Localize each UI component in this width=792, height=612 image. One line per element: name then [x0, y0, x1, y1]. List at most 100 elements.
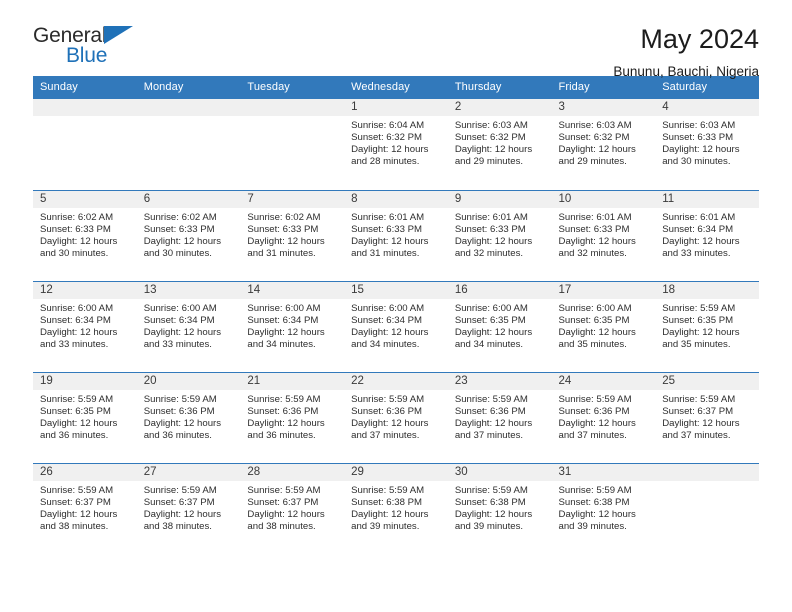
- calendar-cell-day-2[interactable]: 2 Sunrise: 6:03 AM Sunset: 6:32 PM Daylight…: [447, 99, 552, 190]
- day-number: 18: [655, 281, 759, 299]
- day-details: Sunrise: 6:00 AM Sunset: 6:34 PM Daylight:…: [240, 299, 344, 351]
- sunrise-text: Sunrise: 6:03 AM: [662, 120, 736, 131]
- daylight-text-line1: Daylight: 12 hours: [247, 235, 325, 247]
- calendar-cell-day-12[interactable]: 12 Sunrise: 6:00 AM Sunset: 6:34 PM Dayligh…: [33, 280, 137, 372]
- sunrise-text: Sunrise: 6:03 AM: [558, 120, 632, 131]
- sunset-text: Sunset: 6:37 PM: [247, 496, 319, 508]
- sunrise-text: Sunrise: 5:59 AM: [558, 484, 632, 496]
- calendar-cell-day-13[interactable]: 13 Sunrise: 6:00 AM Sunset: 6:34 PM Dayligh…: [136, 280, 241, 372]
- calendar-cell-day-5[interactable]: 5 Sunrise: 6:02 AM Sunset: 6:33 PM Daylight…: [33, 189, 137, 281]
- calendar-cell-day-15[interactable]: 15 Sunrise: 6:00 AM Sunset: 6:34 PM Dayligh…: [344, 280, 448, 372]
- day-number: 29: [344, 463, 448, 481]
- calendar-grid: Sunday Monday Tuesday Wednesday Thursday Frid…: [33, 76, 759, 554]
- daylight-text-line2: and 37 minutes.: [351, 429, 420, 441]
- calendar-cell-day-4[interactable]: 4 Sunrise: 6:03 AM Sunset: 6:33 PM Daylight…: [655, 99, 759, 190]
- daylight-text-line1: Daylight: 12 hours: [247, 417, 325, 429]
- calendar-week-row: 26 Sunrise: 5:59 AM Sunset: 6:37 PM Dayligh…: [33, 462, 759, 554]
- daylight-text-line2: and 30 minutes.: [143, 247, 212, 259]
- calendar-cell-day-20[interactable]: 20 Sunrise: 5:59 AM Sunset: 6:36 PM Dayligh…: [136, 371, 241, 463]
- daylight-text-line1: Daylight: 12 hours: [454, 326, 533, 338]
- daylight-text-line2: and 35 minutes.: [662, 338, 731, 350]
- day-number: 30: [447, 463, 552, 481]
- day-details: Sunrise: 5:59 AM Sunset: 6:36 PM Daylight:…: [137, 390, 241, 442]
- calendar-cell-day-9[interactable]: 9 Sunrise: 6:01 AM Sunset: 6:33 PM Daylight…: [447, 189, 552, 281]
- calendar-cell-empty: [240, 99, 345, 190]
- day-number: 12: [33, 281, 137, 299]
- calendar-cell-day-30[interactable]: 30 Sunrise: 5:59 AM Sunset: 6:38 PM Dayligh…: [447, 462, 552, 554]
- sunset-text: Sunset: 6:35 PM: [662, 314, 734, 326]
- daylight-text-line1: Daylight: 12 hours: [143, 417, 222, 429]
- daylight-text-line1: Daylight: 12 hours: [558, 235, 636, 247]
- weekday-header-monday: Monday: [136, 76, 241, 99]
- calendar-cell-day-10[interactable]: 10 Sunrise: 6:01 AM Sunset: 6:33 PM Dayligh…: [551, 189, 656, 281]
- calendar-cell-day-26[interactable]: 26 Sunrise: 5:59 AM Sunset: 6:37 PM Dayligh…: [33, 462, 137, 554]
- day-details: Sunrise: 6:03 AM Sunset: 6:32 PM Daylight:…: [448, 116, 552, 168]
- calendar-cell-day-18[interactable]: 18 Sunrise: 5:59 AM Sunset: 6:35 PM Dayligh…: [655, 280, 759, 372]
- sunset-text: Sunset: 6:35 PM: [40, 405, 111, 417]
- calendar-cell-day-19[interactable]: 19 Sunrise: 5:59 AM Sunset: 6:35 PM Dayligh…: [33, 371, 137, 463]
- calendar-cell-day-3[interactable]: 3 Sunrise: 6:03 AM Sunset: 6:32 PM Daylight…: [551, 99, 656, 190]
- daylight-text-line1: Daylight: 12 hours: [662, 144, 740, 156]
- calendar-cell-day-25[interactable]: 25 Sunrise: 5:59 AM Sunset: 6:37 PM Dayligh…: [655, 371, 759, 463]
- daylight-text-line2: and 33 minutes.: [662, 247, 731, 259]
- sunrise-text: Sunrise: 5:59 AM: [40, 393, 114, 405]
- sunset-text: Sunset: 6:33 PM: [558, 223, 630, 235]
- sunrise-text: Sunrise: 5:59 AM: [143, 393, 217, 405]
- calendar-cell-day-11[interactable]: 11 Sunrise: 6:01 AM Sunset: 6:34 PM Dayligh…: [655, 189, 759, 281]
- general-blue-logo[interactable]: General Blue: [33, 25, 163, 73]
- day-number: 5: [33, 190, 137, 208]
- day-details: Sunrise: 5:59 AM Sunset: 6:35 PM Daylight:…: [655, 299, 759, 351]
- calendar-cell-day-17[interactable]: 17 Sunrise: 6:00 AM Sunset: 6:35 PM Dayligh…: [551, 280, 656, 372]
- logo-word-general: General: [33, 24, 107, 47]
- sunrise-text: Sunrise: 5:59 AM: [40, 484, 114, 496]
- day-number: 2: [447, 99, 552, 116]
- daylight-text-line1: Daylight: 12 hours: [247, 508, 325, 520]
- daylight-text-line2: and 37 minutes.: [662, 429, 731, 441]
- day-details: Sunrise: 6:01 AM Sunset: 6:33 PM Daylight:…: [448, 208, 552, 260]
- calendar-cell-day-16[interactable]: 16 Sunrise: 6:00 AM Sunset: 6:35 PM Dayligh…: [447, 280, 552, 372]
- sunrise-text: Sunrise: 6:02 AM: [40, 211, 114, 223]
- day-details: Sunrise: 5:59 AM Sunset: 6:38 PM Daylight:…: [448, 481, 552, 533]
- daylight-text-line2: and 36 minutes.: [247, 429, 316, 441]
- day-details: Sunrise: 5:59 AM Sunset: 6:36 PM Daylight:…: [448, 390, 552, 442]
- sunset-text: Sunset: 6:35 PM: [558, 314, 630, 326]
- day-details: Sunrise: 5:59 AM Sunset: 6:37 PM Daylight:…: [240, 481, 344, 533]
- sunset-text: Sunset: 6:32 PM: [454, 132, 526, 144]
- sunrise-text: Sunrise: 6:00 AM: [454, 302, 528, 314]
- calendar-cell-empty: [136, 99, 241, 190]
- daylight-text-line2: and 35 minutes.: [558, 338, 627, 350]
- calendar-cell-day-8[interactable]: 8 Sunrise: 6:01 AM Sunset: 6:33 PM Daylight…: [344, 189, 448, 281]
- calendar-cell-day-6[interactable]: 6 Sunrise: 6:02 AM Sunset: 6:33 PM Daylight…: [136, 189, 241, 281]
- day-details: Sunrise: 6:00 AM Sunset: 6:34 PM Daylight:…: [137, 299, 241, 351]
- calendar-cell-day-29[interactable]: 29 Sunrise: 5:59 AM Sunset: 6:38 PM Dayligh…: [344, 462, 448, 554]
- sunrise-text: Sunrise: 5:59 AM: [662, 393, 736, 405]
- calendar-cell-day-23[interactable]: 23 Sunrise: 5:59 AM Sunset: 6:36 PM Dayligh…: [447, 371, 552, 463]
- calendar-cell-day-1[interactable]: 1 Sunrise: 6:04 AM Sunset: 6:32 PM Daylight…: [344, 99, 448, 190]
- daylight-text-line1: Daylight: 12 hours: [351, 508, 429, 520]
- calendar-week-row: 12 Sunrise: 6:00 AM Sunset: 6:34 PM Dayligh…: [33, 280, 759, 372]
- daylight-text-line1: Daylight: 12 hours: [40, 508, 118, 520]
- daylight-text-line2: and 32 minutes.: [454, 247, 524, 259]
- calendar-cell-day-21[interactable]: 21 Sunrise: 5:59 AM Sunset: 6:36 PM Dayligh…: [240, 371, 345, 463]
- daylight-text-line2: and 30 minutes.: [662, 156, 731, 168]
- weekday-header-thursday: Thursday: [447, 76, 552, 99]
- daylight-text-line2: and 39 minutes.: [454, 520, 524, 532]
- sunrise-text: Sunrise: 5:59 AM: [454, 393, 528, 405]
- calendar-cell-day-27[interactable]: 27 Sunrise: 5:59 AM Sunset: 6:37 PM Dayligh…: [136, 462, 241, 554]
- daylight-text-line1: Daylight: 12 hours: [40, 235, 118, 247]
- calendar-cell-day-28[interactable]: 28 Sunrise: 5:59 AM Sunset: 6:37 PM Dayligh…: [240, 462, 345, 554]
- day-details: Sunrise: 6:02 AM Sunset: 6:33 PM Daylight:…: [240, 208, 344, 260]
- calendar-cell-day-7[interactable]: 7 Sunrise: 6:02 AM Sunset: 6:33 PM Daylight…: [240, 189, 345, 281]
- calendar-cell-day-14[interactable]: 14 Sunrise: 6:00 AM Sunset: 6:34 PM Dayligh…: [240, 280, 345, 372]
- weekday-header-tuesday: Tuesday: [240, 76, 345, 99]
- page-subtitle: Bununu, Bauchi, Nigeria: [613, 64, 759, 80]
- day-number: 26: [33, 463, 137, 481]
- sunrise-text: Sunrise: 6:00 AM: [247, 302, 321, 314]
- daylight-text-line1: Daylight: 12 hours: [662, 235, 740, 247]
- daylight-text-line1: Daylight: 12 hours: [454, 144, 533, 156]
- calendar-cell-day-22[interactable]: 22 Sunrise: 5:59 AM Sunset: 6:36 PM Dayligh…: [344, 371, 448, 463]
- calendar-cell-day-31[interactable]: 31 Sunrise: 5:59 AM Sunset: 6:38 PM Dayligh…: [551, 462, 656, 554]
- calendar-cell-day-24[interactable]: 24 Sunrise: 5:59 AM Sunset: 6:36 PM Dayligh…: [551, 371, 656, 463]
- day-number: 4: [655, 99, 759, 116]
- day-number: [33, 99, 137, 116]
